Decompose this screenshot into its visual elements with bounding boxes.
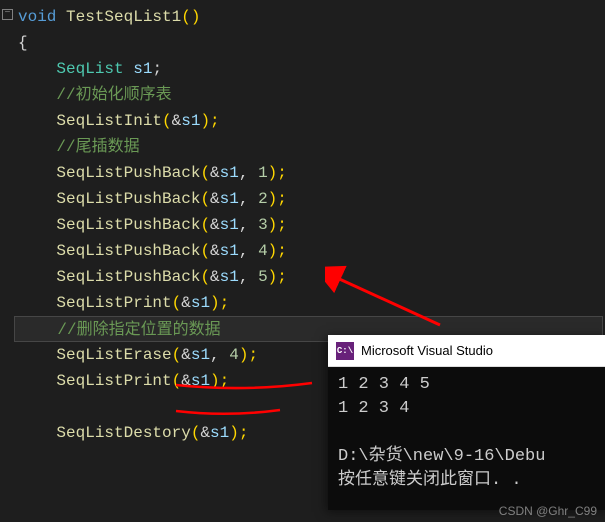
console-output: 1 2 3 4 5 1 2 3 4 D:\杂货\new\9-16\Debu 按任… [328,367,605,510]
output-line-2: 1 2 3 4 [338,399,409,418]
output-line-4: D:\杂货\new\9-16\Debu [338,447,545,466]
vs-icon: C:\ [336,342,354,360]
code-line-8: SeqListPushBack(&s1, 2); [0,186,605,212]
code-line-6: //尾插数据 [0,134,605,160]
code-line-7: SeqListPushBack(&s1, 1); [0,160,605,186]
code-line-10: SeqListPushBack(&s1, 4); [0,238,605,264]
function-name: TestSeqList1 [56,8,181,26]
code-line-1: void TestSeqList1() [0,4,605,30]
code-line-11: SeqListPushBack(&s1, 5); [0,264,605,290]
code-line-2: { [0,30,605,56]
code-line-12: SeqListPrint(&s1); [0,290,605,316]
output-line-1: 1 2 3 4 5 [338,375,430,394]
fold-gutter[interactable]: − [2,4,13,20]
code-line-3: SeqList s1; [0,56,605,82]
watermark-text: CSDN @Ghr_C99 [499,504,597,518]
console-title: Microsoft Visual Studio [361,343,493,358]
output-line-5: 按任意键关闭此窗口. . [338,471,522,490]
parens: () [181,8,200,26]
console-titlebar[interactable]: C:\ Microsoft Visual Studio [328,335,605,367]
code-line-5: SeqListInit(&s1); [0,108,605,134]
fold-icon[interactable]: − [2,9,13,20]
keyword-void: void [18,8,56,26]
code-line-9: SeqListPushBack(&s1, 3); [0,212,605,238]
console-window[interactable]: C:\ Microsoft Visual Studio 1 2 3 4 5 1 … [328,335,605,510]
code-line-4: //初始化顺序表 [0,82,605,108]
